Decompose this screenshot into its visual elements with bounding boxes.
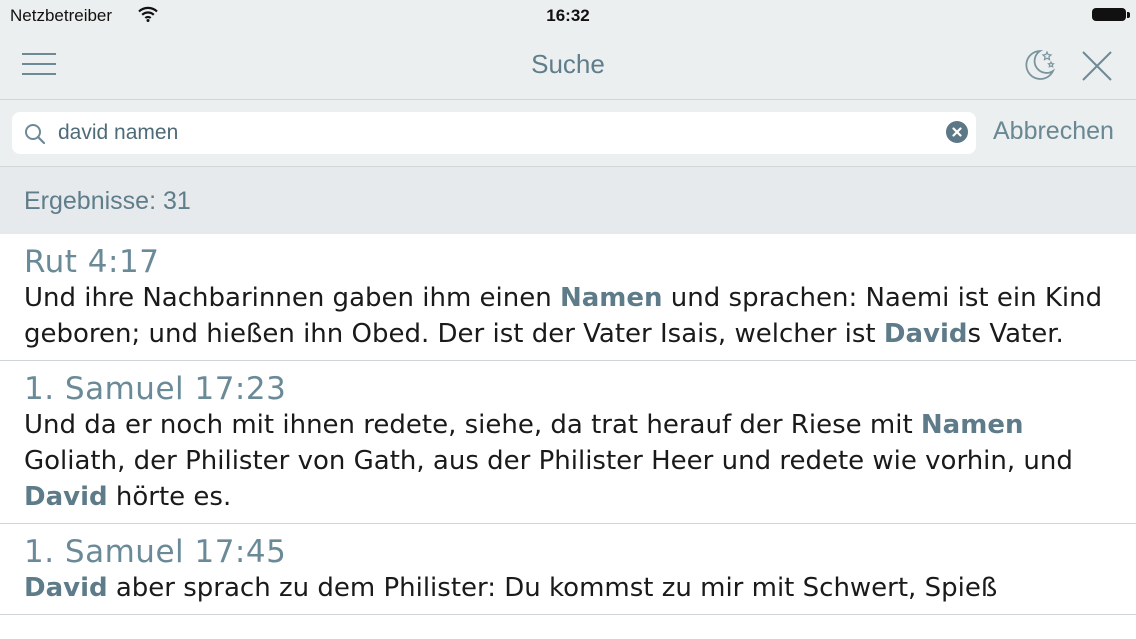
search-match-highlight: David [883,319,968,349]
verse-text-segment: Und ihre Nachbarinnen gaben ihm einen [24,283,560,313]
verse-reference: Rut 4:17 [24,244,160,280]
result-item[interactable]: 1. Samuel 17:23 Und da er noch mit ihnen… [0,361,1136,524]
navigation-bar: Suche [0,31,1136,100]
result-item[interactable]: 1. Samuel 17:45 David aber sprach zu dem… [0,524,1136,615]
verse-reference: 1. Samuel 17:23 [24,371,287,407]
search-match-highlight: David [24,573,108,603]
result-item[interactable]: Rut 4:17 Und ihre Nachbarinnen gaben ihm… [0,234,1136,361]
verse-text: Und da er noch mit ihnen redete, siehe, … [24,407,1112,515]
status-time: 16:32 [546,6,590,25]
verse-text: Und ihre Nachbarinnen gaben ihm einen Na… [24,280,1112,352]
search-match-highlight: David [24,482,108,512]
verse-reference: 1. Samuel 17:45 [24,534,287,570]
close-icon[interactable] [1078,47,1116,85]
clear-search-icon[interactable] [946,121,968,143]
battery-icon [1092,8,1130,21]
search-icon [24,123,46,145]
cancel-button[interactable]: Abbrechen [993,117,1114,146]
search-bar: Abbrechen [0,100,1136,167]
results-header: Ergebnisse: 31 [0,167,1136,234]
night-mode-icon[interactable] [1020,46,1058,84]
verse-text-segment: aber sprach zu dem Philister: Du kommst … [107,573,998,603]
search-field[interactable] [12,112,976,154]
status-bar: Netzbetreiber 16:32 [0,0,1136,31]
verse-text-segment: hörte es. [107,482,232,512]
results-list: Rut 4:17 Und ihre Nachbarinnen gaben ihm… [0,234,1136,615]
verse-text: David aber sprach zu dem Philister: Du k… [24,570,1112,606]
results-count: Ergebnisse: 31 [24,187,191,215]
verse-text-segment: Und da er noch mit ihnen redete, siehe, … [24,410,921,440]
verse-text-segment: s Vater. [967,319,1064,349]
search-input[interactable] [58,118,918,148]
verse-text-segment: Goliath, der Philister von Gath, aus der… [24,446,1073,476]
search-match-highlight: Namen [920,410,1024,440]
page-title: Suche [531,49,605,79]
search-match-highlight: Namen [559,283,663,313]
